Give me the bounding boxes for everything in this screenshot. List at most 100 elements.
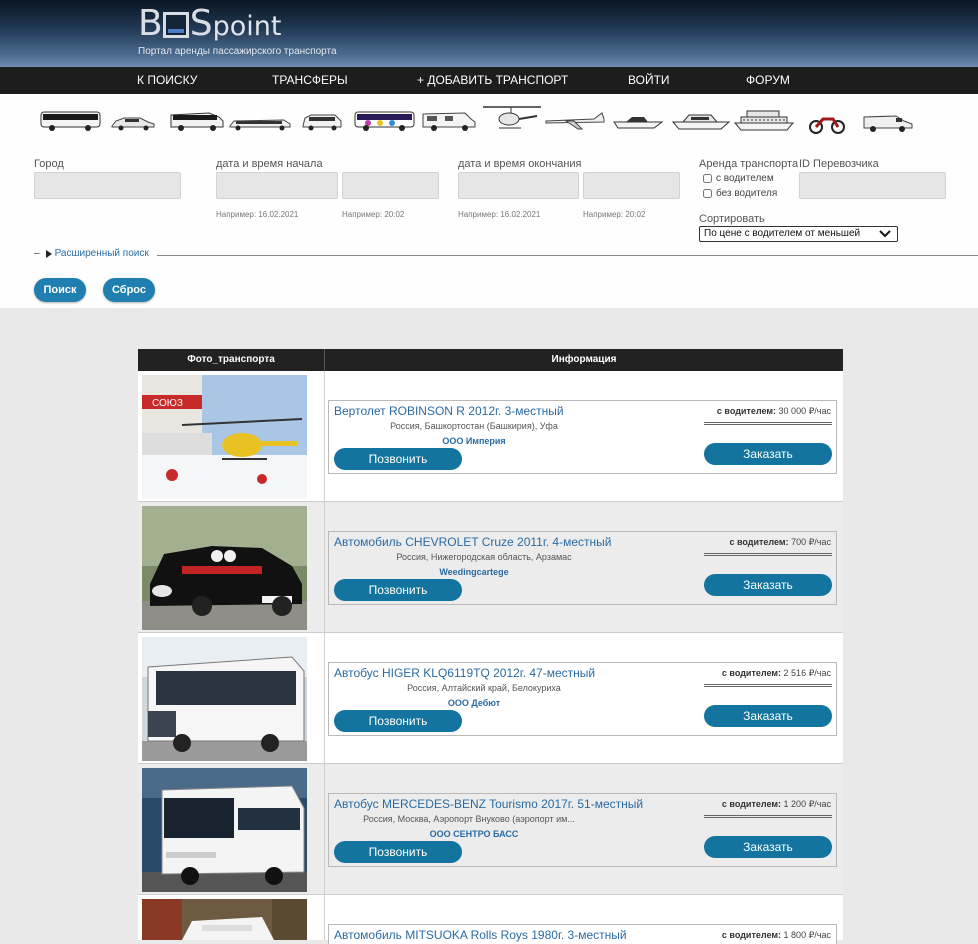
listing-price: с водителем: 1 200 ₽/час [722,799,831,810]
price-prefix: с водителем: [729,537,789,547]
start-time-input[interactable] [342,172,439,199]
listing-card: Вертолет ROBINSON R 2012г. 3-местный Рос… [328,400,837,474]
bus-photo[interactable] [142,637,307,761]
listing-company[interactable]: Weedingcartege [334,567,614,577]
order-button[interactable]: Заказать [704,574,832,596]
without-driver-label: без водителя [716,188,778,199]
advanced-search-toggle[interactable]: – Расширенный поиск [34,248,149,259]
end-date-input[interactable] [458,172,579,199]
logo-wordmark: point [212,11,282,42]
car-photo[interactable] [142,506,307,630]
nav-forum[interactable]: ФОРУМ [746,67,790,94]
call-button[interactable]: Позвонить [334,579,462,601]
price-value: 1 800 ₽/час [783,930,831,940]
start-time-hint: Например: 20:02 [342,210,405,219]
listing-title[interactable]: Автомобиль CHEVROLET Cruze 2011г. 4-мест… [334,535,611,549]
price-prefix: с водителем: [721,668,782,678]
logo-letter-s: S [189,3,213,44]
nav-add-transport[interactable]: + ДОБАВИТЬ ТРАНСПОРТ [417,67,568,94]
listing-title[interactable]: Автобус HIGER KLQ6119TQ 2012г. 47-местны… [334,666,595,680]
with-driver-checkbox[interactable]: с водителем [703,173,774,184]
limousine-icon[interactable] [228,115,292,131]
search-button[interactable]: Поиск [34,278,86,302]
price-divider [704,422,832,425]
carrier-id-input[interactable] [799,172,946,199]
party-bus-icon[interactable] [354,110,416,132]
yacht-icon[interactable] [671,109,731,131]
motorcycle-icon[interactable] [809,112,845,134]
chevron-down-icon [879,230,891,238]
listing-price: с водителем: 700 ₽/час [729,537,831,548]
nav-search[interactable]: К ПОИСКУ [137,67,197,94]
limo-photo[interactable] [142,899,307,940]
logo-letter-b: B [138,3,163,44]
without-driver-box[interactable] [703,189,712,198]
airplane-icon[interactable] [544,109,606,131]
listing-location: Россия, Москва, Аэропорт Внуково (аэропо… [363,814,575,824]
sort-label: Сортировать [699,213,765,225]
sort-selected-value: По цене с водителем от меньшей [704,228,861,239]
price-value: 2 516 ₽/час [783,668,831,678]
reset-button[interactable]: Сброс [103,278,155,302]
call-button[interactable]: Позвонить [334,841,462,863]
call-button[interactable]: Позвонить [334,710,462,732]
price-divider [704,684,832,687]
bus-photo-2[interactable] [142,768,307,892]
site-logo[interactable]: B S point [138,6,281,42]
carrier-id-label: ID Перевозчика [799,158,879,170]
van-icon[interactable] [862,113,914,133]
start-date-input[interactable] [216,172,338,199]
order-button[interactable]: Заказать [704,443,832,465]
ship-icon[interactable] [733,107,795,132]
listing-price: с водителем: 30 000 ₽/час [717,406,831,417]
listing-company[interactable]: ООО СЕНТРО БАСС [334,829,614,839]
advanced-search-label: Расширенный поиск [54,248,149,259]
column-divider [324,895,325,940]
listing-location: Россия, Нижегородская область, Арзамас [396,552,572,562]
site-tagline: Портал аренды пассажирского транспорта [138,46,337,57]
listing-title[interactable]: Автобус MERCEDES-BENZ Tourismo 2017г. 51… [334,797,643,811]
bus-icon[interactable] [40,110,102,132]
logo-mark: B S [138,3,213,44]
end-label: дата и время окончания [458,158,582,170]
photo-column-header: Фото_транспорта [187,354,275,365]
minivan-icon[interactable] [301,113,343,132]
price-value: 30 000 ₽/час [778,406,831,416]
nav-login[interactable]: ВОЙТИ [628,67,670,94]
table-row: Автомобиль MITSUOKA Rolls Roys 1980г. 3-… [138,895,843,944]
listing-title[interactable]: Вертолет ROBINSON R 2012г. 3-местный [334,404,564,418]
city-label: Город [34,158,64,170]
sort-select[interactable]: По цене с водителем от меньшей [699,226,898,242]
vehicle-type-bar [0,94,978,144]
order-button[interactable]: Заказать [704,836,832,858]
table-header: Фото_транспорта Информация [138,349,843,371]
listing-company[interactable]: ООО Дебют [334,698,614,708]
city-input[interactable] [34,172,181,199]
call-button[interactable]: Позвонить [334,448,462,470]
without-driver-checkbox[interactable]: без водителя [703,188,777,199]
motorhome-icon[interactable] [421,110,477,132]
table-row: Автобус MERCEDES-BENZ Tourismo 2017г. 51… [138,764,843,895]
end-time-input[interactable] [583,172,680,199]
divider [157,255,978,256]
price-prefix: с водителем: [716,406,777,416]
price-value: 700 ₽/час [791,537,831,547]
price-prefix: с водителем: [721,799,782,809]
helicopter-photo[interactable]: СОЮЗ [142,375,307,499]
column-divider [324,764,325,895]
helicopter-icon[interactable] [481,104,543,132]
with-driver-box[interactable] [703,174,712,183]
speedboat-icon[interactable] [612,112,664,130]
info-column-header: Информация [551,354,617,365]
nav-transfers[interactable]: ТРАНСФЕРЫ [272,67,348,94]
logo-square [162,12,189,38]
site-header: B S point Портал аренды пассажирского тр… [0,0,978,67]
minibus-icon[interactable] [169,111,225,132]
end-time-hint: Например: 20:02 [583,210,646,219]
search-panel: Город дата и время начала Например: 16.0… [0,94,978,308]
order-button[interactable]: Заказать [704,705,832,727]
listing-location: Россия, Башкортостан (Башкирия), Уфа [390,421,558,431]
listing-company[interactable]: ООО Империя [334,436,614,446]
start-date-hint: Например: 16.02.2021 [216,210,299,219]
sedan-icon[interactable] [110,115,156,131]
